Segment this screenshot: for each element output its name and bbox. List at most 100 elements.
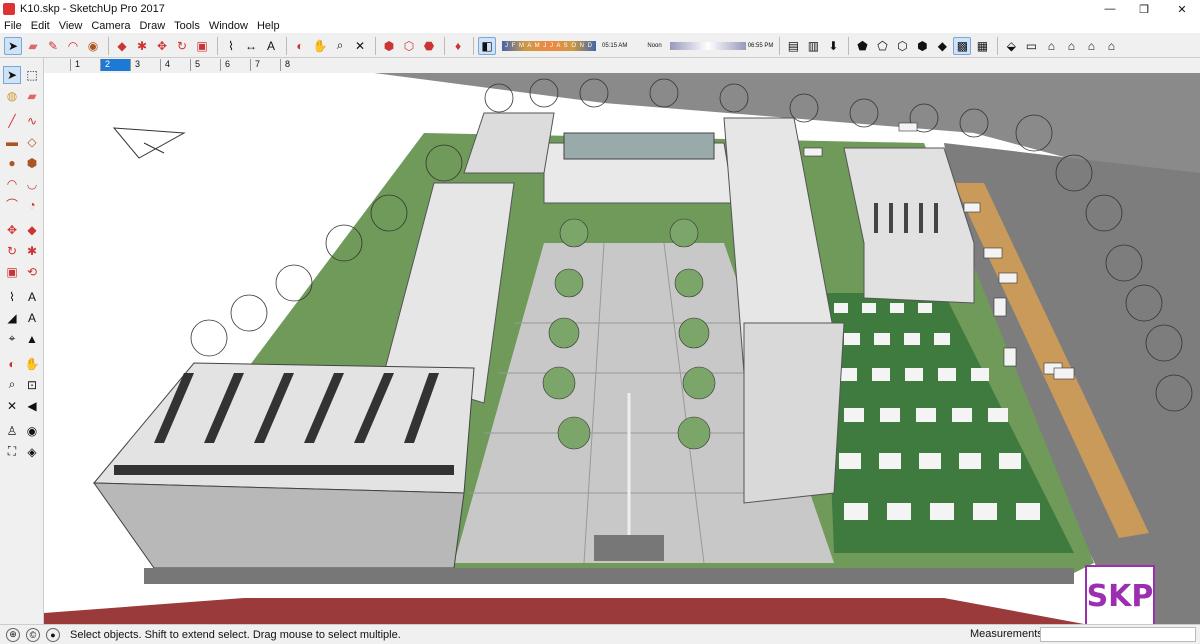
text-tool-icon[interactable]: A <box>262 37 280 55</box>
polygon-icon[interactable]: ⬢ <box>23 154 41 172</box>
move-icon[interactable]: ✥ <box>3 221 21 239</box>
tape-measure-icon[interactable]: ⌇ <box>222 37 240 55</box>
axes-icon[interactable]: ⌖ <box>3 330 21 348</box>
xray-style-icon[interactable]: ⬟ <box>853 37 871 55</box>
push-pull-icon[interactable]: ◆ <box>113 37 131 55</box>
3d-text-icon[interactable]: ▲ <box>23 330 41 348</box>
shadows-toggle-icon[interactable]: ◧ <box>478 36 496 55</box>
dimension-icon[interactable]: ↔ <box>242 37 260 55</box>
move-tool-icon[interactable]: ✥ <box>153 37 171 55</box>
close-button[interactable]: ✕ <box>1164 0 1200 18</box>
text-icon[interactable]: A <box>23 288 41 306</box>
pencil-tool-icon[interactable]: ✎ <box>44 37 62 55</box>
look-around-icon[interactable]: ◉ <box>23 422 41 440</box>
circle-icon[interactable]: ● <box>3 154 21 172</box>
previous-view-icon[interactable]: ◀ <box>23 397 41 415</box>
menu-camera[interactable]: Camera <box>91 20 130 32</box>
zoom-extents-left-icon[interactable]: ✕ <box>3 397 21 415</box>
shape-tool-icon[interactable]: ◉ <box>84 37 102 55</box>
tape-icon[interactable]: ⌇ <box>3 288 21 306</box>
zoom-tool-icon[interactable]: ⌕ <box>331 37 349 55</box>
menu-tools[interactable]: Tools <box>174 20 200 32</box>
back-edges-icon[interactable]: ⬠ <box>873 37 891 55</box>
protractor-icon[interactable]: ◢ <box>3 309 21 327</box>
orbit-tool-icon[interactable]: ◐ <box>291 37 309 55</box>
rotate-tool-icon[interactable]: ↻ <box>173 37 191 55</box>
arc-icon[interactable]: ◠ <box>3 175 21 193</box>
menu-help[interactable]: Help <box>257 20 280 32</box>
scale-icon[interactable]: ▣ <box>3 263 21 281</box>
iso-view-icon[interactable]: ⬙ <box>1002 37 1020 55</box>
section-cut-icon[interactable]: ⬇ <box>824 37 842 55</box>
share-component-icon[interactable]: ⬡ <box>400 37 418 55</box>
push-pull-left-icon[interactable]: ◆ <box>23 221 41 239</box>
pan-icon[interactable]: ✋ <box>23 355 41 373</box>
geo-location-icon[interactable]: ⊕ <box>6 627 20 642</box>
pan-tool-icon[interactable]: ✋ <box>311 37 329 55</box>
offset-icon[interactable]: ⟲ <box>23 263 41 281</box>
measurements-input[interactable] <box>1040 627 1196 642</box>
select-tool-icon[interactable]: ➤ <box>4 36 22 55</box>
zoom-extents-icon[interactable]: ✕ <box>351 37 369 55</box>
menu-edit[interactable]: Edit <box>31 20 50 32</box>
label-icon[interactable]: A <box>23 309 41 327</box>
zoom-window-icon[interactable]: ⊡ <box>23 376 41 394</box>
follow-me-icon[interactable]: ✱ <box>133 37 151 55</box>
user-icon[interactable]: ● <box>46 627 60 642</box>
arc-tool-icon[interactable]: ◠ <box>64 37 82 55</box>
menu-file[interactable]: File <box>4 20 22 32</box>
scene-tab-5[interactable]: 5 <box>190 59 220 71</box>
scene-tab-6[interactable]: 6 <box>220 59 250 71</box>
rotate-icon[interactable]: ↻ <box>3 242 21 260</box>
right-view-icon[interactable]: ⌂ <box>1062 37 1080 55</box>
left-view-icon[interactable]: ⌂ <box>1102 37 1120 55</box>
position-camera-icon[interactable]: ♙ <box>3 422 21 440</box>
freehand-icon[interactable]: ∿ <box>23 112 41 130</box>
top-view-icon[interactable]: ▭ <box>1022 37 1040 55</box>
menu-window[interactable]: Window <box>209 20 248 32</box>
three-point-arc-icon[interactable]: ⌒ <box>3 196 21 214</box>
maximize-button[interactable]: ❐ <box>1126 0 1162 18</box>
scene-tab-1[interactable]: 1 <box>70 59 100 71</box>
follow-me-left-icon[interactable]: ✱ <box>23 242 41 260</box>
scale-tool-icon[interactable]: ▣ <box>193 37 211 55</box>
zoom-icon[interactable]: ⌕ <box>3 376 21 394</box>
3d-warehouse-icon[interactable]: ⬢ <box>380 37 398 55</box>
scene-tab-8[interactable]: 8 <box>280 59 310 71</box>
menu-draw[interactable]: Draw <box>139 20 165 32</box>
shaded-icon[interactable]: ◆ <box>933 37 951 55</box>
extension-warehouse-icon[interactable]: ⬣ <box>420 37 438 55</box>
scene-tab-2[interactable]: 2 <box>100 59 130 71</box>
orbit-icon[interactable]: ◐ <box>3 355 21 373</box>
section-display-icon[interactable]: ▥ <box>804 37 822 55</box>
credits-icon[interactable]: © <box>26 627 40 642</box>
paint-bucket-icon[interactable]: ◍ <box>3 87 21 105</box>
scene-tab-7[interactable]: 7 <box>250 59 280 71</box>
shadow-time-slider[interactable] <box>669 41 746 50</box>
section-plane-left-icon[interactable]: ◈ <box>23 443 41 461</box>
rectangle-icon[interactable]: ▬ <box>3 133 21 151</box>
wireframe-icon[interactable]: ⬡ <box>893 37 911 55</box>
make-component-icon[interactable]: ⬚ <box>23 66 41 84</box>
line-icon[interactable]: ╱ <box>3 112 21 130</box>
model-viewport[interactable] <box>44 73 1200 624</box>
section-plane-icon[interactable]: ▤ <box>784 37 802 55</box>
shaded-textures-icon[interactable]: ▩ <box>953 36 972 55</box>
front-view-icon[interactable]: ⌂ <box>1042 37 1060 55</box>
hidden-line-icon[interactable]: ⬢ <box>913 37 931 55</box>
two-point-arc-icon[interactable]: ◡ <box>23 175 41 193</box>
eraser-tool-icon[interactable]: ▰ <box>24 37 42 55</box>
shadow-month-slider[interactable]: J F M A M J J A S O N D <box>502 40 597 51</box>
scene-tab-3[interactable]: 3 <box>130 59 160 71</box>
back-view-icon[interactable]: ⌂ <box>1082 37 1100 55</box>
scene-tab-4[interactable]: 4 <box>160 59 190 71</box>
pie-icon[interactable]: ◔ <box>23 196 41 214</box>
minimize-button[interactable]: — <box>1092 0 1128 18</box>
ruby-console-icon[interactable]: ♦ <box>449 37 467 55</box>
monochrome-icon[interactable]: ▦ <box>973 37 991 55</box>
menu-view[interactable]: View <box>59 20 83 32</box>
select-icon[interactable]: ➤ <box>3 65 21 84</box>
rotated-rectangle-icon[interactable]: ◇ <box>23 133 41 151</box>
eraser-icon[interactable]: ▰ <box>23 87 41 105</box>
walk-icon[interactable]: ⛶ <box>3 443 21 461</box>
